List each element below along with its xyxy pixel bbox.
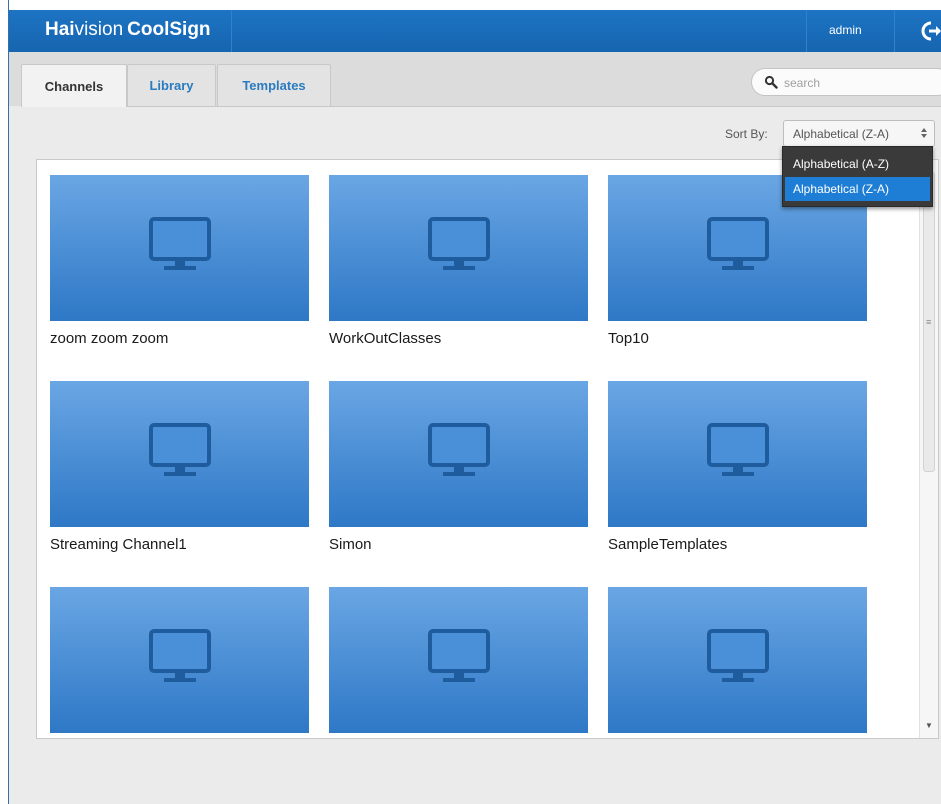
- channel-thumbnail[interactable]: [329, 175, 588, 321]
- monitor-icon: [707, 217, 769, 270]
- monitor-icon: [149, 629, 211, 682]
- channel-name[interactable]: Streaming Channel1: [50, 536, 309, 553]
- tab-templates[interactable]: Templates: [217, 64, 331, 106]
- brand-coolsign: CoolSign: [127, 19, 211, 40]
- monitor-icon: [707, 629, 769, 682]
- channel-name[interactable]: zoom zoom zoom: [50, 330, 309, 347]
- channel-thumbnail[interactable]: [329, 587, 588, 733]
- channel-thumbnail[interactable]: [608, 587, 867, 733]
- monitor-icon: [428, 217, 490, 270]
- search-icon: [764, 75, 778, 89]
- header-divider: [231, 10, 232, 52]
- user-menu[interactable]: admin: [829, 23, 862, 37]
- monitor-icon: [707, 423, 769, 476]
- scrollbar-grip-icon: ≡: [926, 317, 932, 327]
- channel-name[interactable]: WorkOutClasses: [329, 330, 588, 347]
- channel-tile[interactable]: zoom zoom zoom: [50, 175, 309, 347]
- tab-library[interactable]: Library: [127, 64, 216, 106]
- search-box[interactable]: [751, 68, 941, 96]
- app-logo: Haivision CoolSign: [45, 19, 211, 41]
- channel-tile[interactable]: [329, 587, 588, 738]
- monitor-icon: [428, 629, 490, 682]
- brand-hai: Hai: [45, 19, 75, 40]
- sort-dropdown-menu: Alphabetical (A-Z) Alphabetical (Z-A): [782, 146, 933, 207]
- vertical-scrollbar[interactable]: ≡ ▼: [919, 160, 938, 738]
- top-header-bar: Haivision CoolSign admin: [9, 10, 941, 52]
- channel-thumbnail[interactable]: [50, 587, 309, 733]
- tab-strip-line: [21, 106, 941, 107]
- monitor-icon: [428, 423, 490, 476]
- tab-channels[interactable]: Channels: [21, 64, 127, 107]
- channel-thumbnail[interactable]: [50, 381, 309, 527]
- channel-grid: zoom zoom zoom WorkOutClasses Top10 Stre…: [36, 159, 939, 739]
- channel-tile[interactable]: WorkOutClasses: [329, 175, 588, 347]
- search-input[interactable]: [782, 72, 936, 94]
- sort-option-a-z[interactable]: Alphabetical (A-Z): [785, 152, 930, 176]
- header-divider: [806, 10, 807, 52]
- channel-thumbnail[interactable]: [50, 175, 309, 321]
- sort-option-z-a[interactable]: Alphabetical (Z-A): [785, 177, 930, 201]
- scrollbar-thumb[interactable]: ≡: [923, 172, 935, 472]
- select-arrows-icon: [921, 128, 927, 138]
- channel-tile[interactable]: [50, 587, 309, 738]
- channel-thumbnail[interactable]: [329, 381, 588, 527]
- monitor-icon: [149, 423, 211, 476]
- channel-name[interactable]: Simon: [329, 536, 588, 553]
- brand-vision: vision: [74, 19, 124, 40]
- sort-select[interactable]: Alphabetical (Z-A): [783, 120, 935, 147]
- scroll-down-arrow-icon[interactable]: ▼: [925, 721, 933, 730]
- monitor-icon: [149, 217, 211, 270]
- channel-tile[interactable]: SampleTemplates: [608, 381, 867, 553]
- channel-name[interactable]: SampleTemplates: [608, 536, 867, 553]
- logout-icon[interactable]: [919, 19, 941, 43]
- channel-tile[interactable]: Streaming Channel1: [50, 381, 309, 553]
- header-divider: [894, 10, 895, 52]
- channel-tile[interactable]: [608, 587, 867, 738]
- sort-selected-value: Alphabetical (Z-A): [793, 127, 890, 141]
- sort-label: Sort By:: [725, 127, 768, 141]
- channel-tile[interactable]: Simon: [329, 381, 588, 553]
- channel-thumbnail[interactable]: [608, 381, 867, 527]
- channel-name[interactable]: Top10: [608, 330, 867, 347]
